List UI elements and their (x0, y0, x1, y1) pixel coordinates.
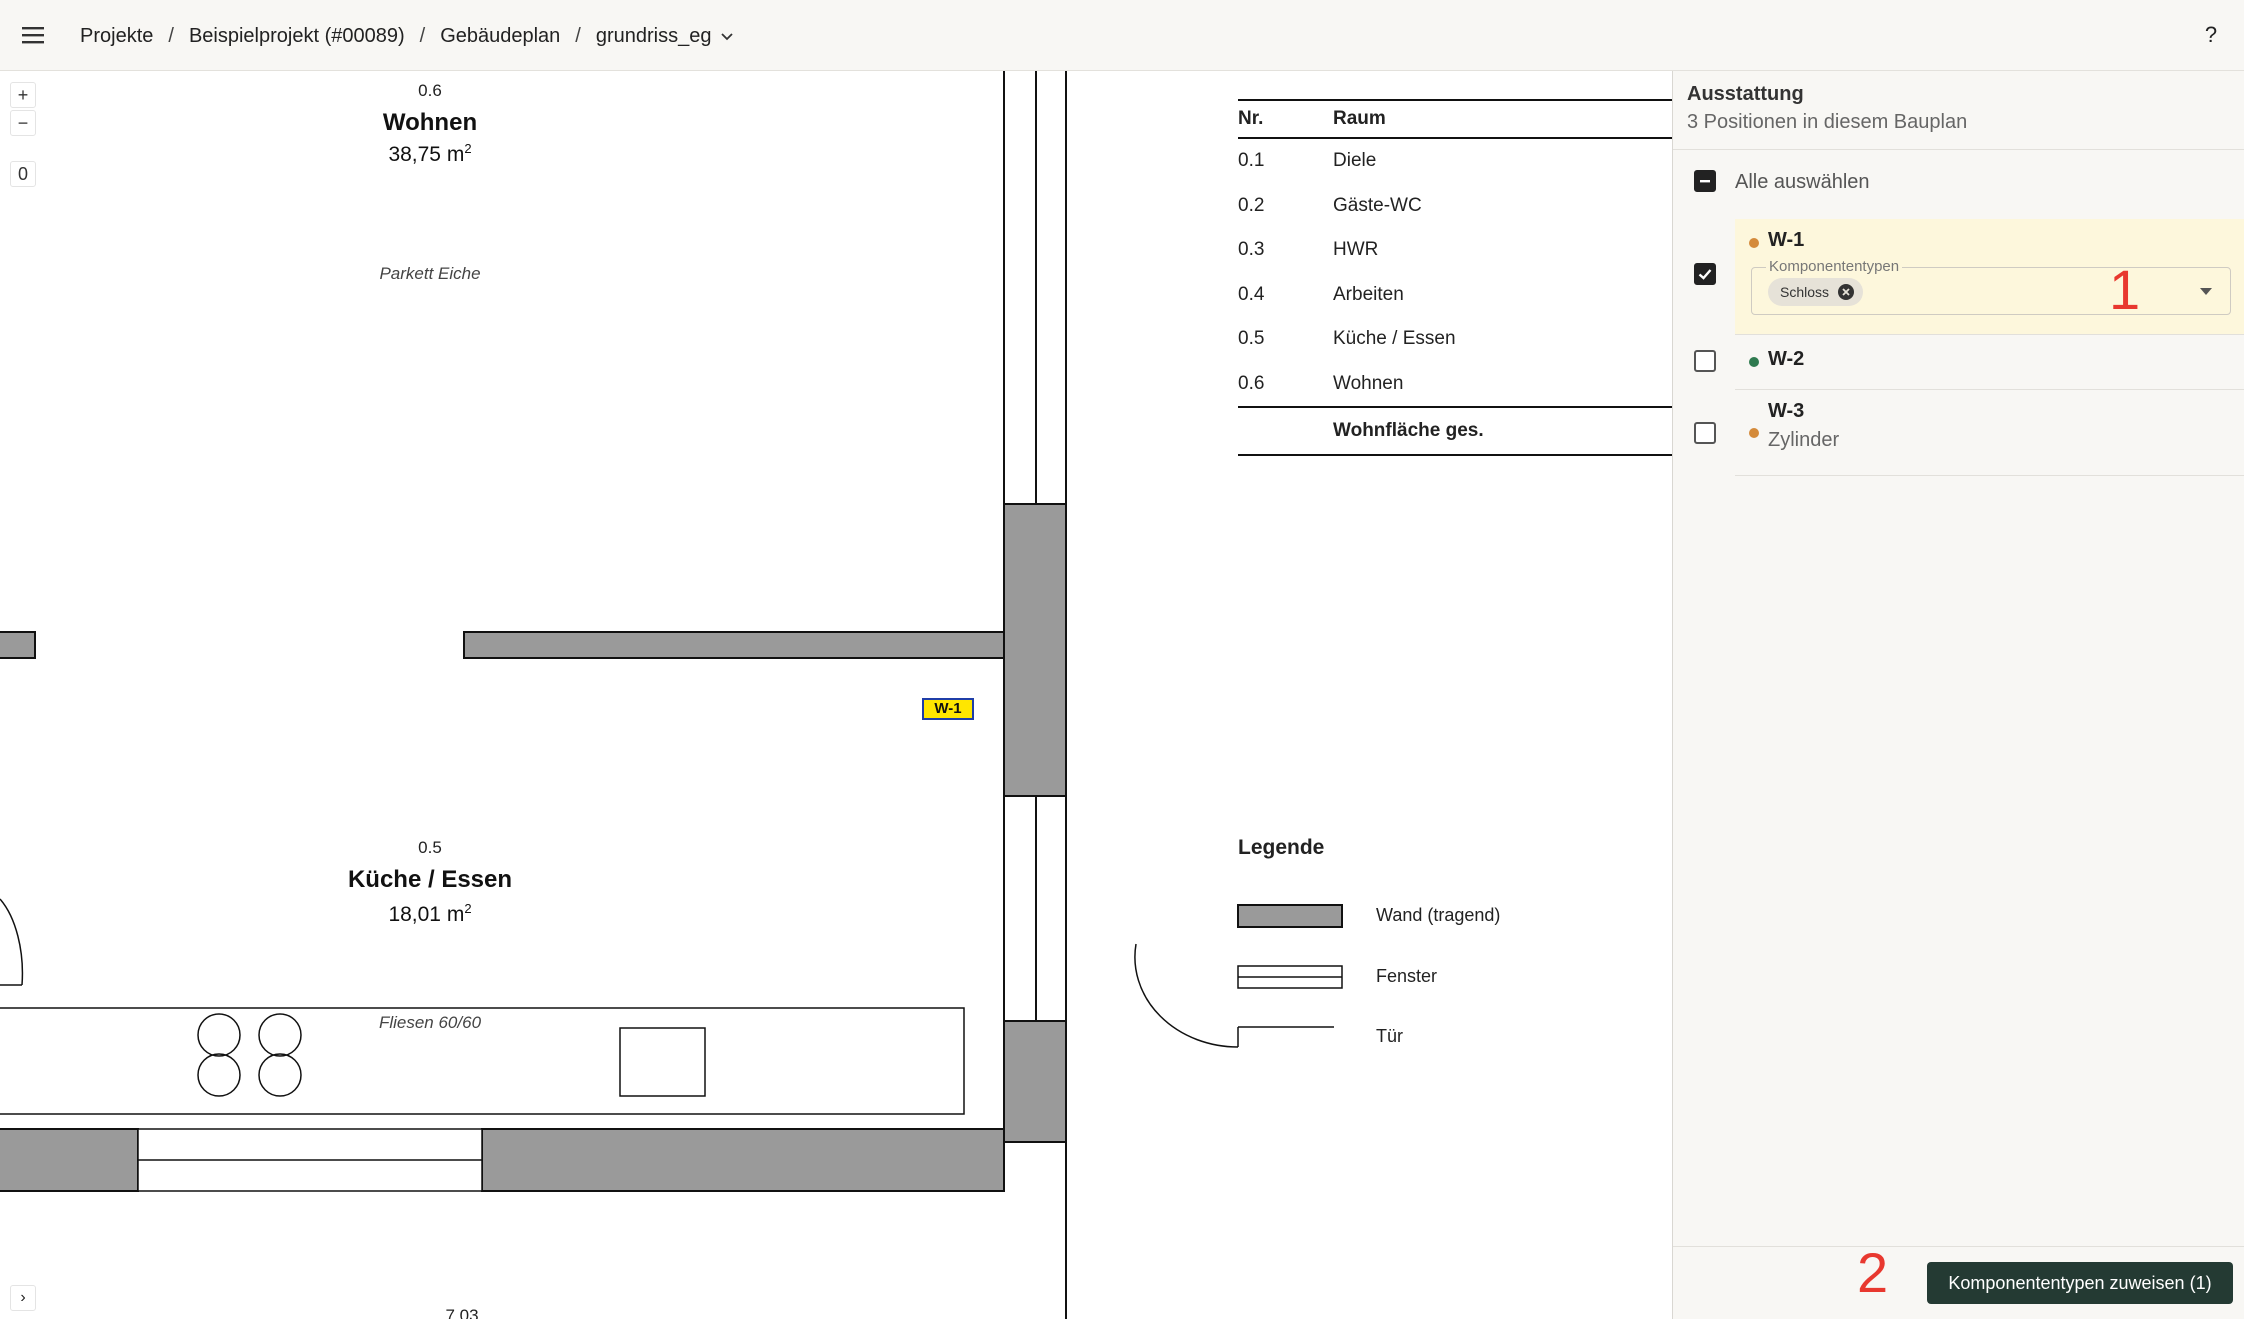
hob-burner (197, 1013, 241, 1057)
cell-raum: HWR (1333, 239, 1379, 261)
zoom-reset-button[interactable]: 0 (10, 161, 36, 187)
column-header-raum: Raum (1333, 108, 1386, 129)
marker-w1[interactable]: W-1 (922, 698, 974, 720)
list-item-w2[interactable]: W-2 (1735, 335, 2244, 390)
bearing-wall (0, 631, 36, 659)
zoom-out-button[interactable]: − (10, 110, 36, 136)
bearing-wall (0, 1128, 139, 1192)
table-total-row: Wohnfläche ges. (1238, 406, 1672, 456)
column-header-nr: Nr. (1238, 108, 1264, 129)
item-checkbox-w3[interactable] (1694, 422, 1716, 444)
bearing-wall (463, 631, 1005, 659)
legend-wall-symbol (1237, 904, 1343, 928)
room-area: 18,01 m2 (388, 901, 472, 926)
table-row: 0.2 Gäste-WC (1238, 184, 1672, 229)
floor-plan-viewer[interactable]: + − 0 0.6 Wohnen 38,75 m2 Parkett Eiche … (0, 71, 1672, 1319)
expand-button[interactable]: › (10, 1285, 36, 1311)
cell-raum: Gäste-WC (1333, 194, 1422, 216)
breadcrumb-projects[interactable]: Projekte (80, 25, 153, 48)
cell-nr: 0.2 (1238, 194, 1265, 216)
breadcrumb-building-plan[interactable]: Gebäudeplan (440, 25, 560, 48)
panel-subtitle: 3 Positionen in diesem Bauplan (1687, 111, 1968, 133)
table-row: 0.1 Diele (1238, 139, 1672, 184)
room-area: 38,75 m2 (388, 141, 472, 166)
equipment-panel: Ausstattung 3 Positionen in diesem Baupl… (1672, 71, 2244, 1319)
table-row: 0.6 Wohnen (1238, 362, 1672, 407)
table-row: 0.5 Küche / Essen (1238, 317, 1672, 362)
hob-burner (258, 1013, 302, 1057)
legend-title: Legende (1238, 836, 1325, 859)
bearing-wall (1003, 1020, 1067, 1143)
breadcrumb-separator: / (575, 24, 581, 47)
cell-nr: 0.3 (1238, 239, 1265, 261)
room-name: Wohnen (382, 109, 478, 136)
chip-label: Schloss (1780, 284, 1830, 300)
panel-title: Ausstattung (1687, 83, 1804, 105)
item-subtitle: Zylinder (1768, 429, 1840, 451)
table-row: 0.3 HWR (1238, 228, 1672, 273)
floor-material: Fliesen 60/60 (378, 1013, 482, 1032)
item-label: W-3 (1768, 400, 1805, 422)
select-all-label[interactable]: Alle auswählen (1735, 171, 1870, 194)
breadcrumb: Projekte / Beispielprojekt (#00089) / Ge… (80, 19, 735, 53)
sink (619, 1027, 706, 1097)
item-label: W-2 (1768, 348, 1805, 370)
component-types-select[interactable]: Komponententypen Schloss (1751, 258, 2231, 315)
cell-raum: Diele (1333, 150, 1377, 172)
item-checkbox-w1[interactable] (1694, 263, 1716, 285)
list-item-w1[interactable]: W-1 Komponententypen Schloss (1735, 219, 2244, 335)
annotation-1: 1 (2109, 258, 2141, 321)
help-button[interactable]: ? (2196, 18, 2226, 52)
hob-burner (197, 1053, 241, 1097)
item-label: W-1 (1768, 229, 1805, 251)
room-number: 0.5 (418, 838, 442, 857)
select-all-checkbox[interactable] (1694, 170, 1716, 192)
breadcrumb-project[interactable]: Beispielprojekt (#00089) (189, 25, 405, 48)
chip-schloss: Schloss (1768, 278, 1864, 306)
room-table: Nr. Raum 0.1 Diele 0.2 Gäste-WC 0.3 HWR 0.4… (1238, 99, 1672, 456)
close-icon[interactable] (1837, 283, 1855, 301)
status-dot (1749, 357, 1759, 367)
zoom-in-button[interactable]: + (10, 82, 36, 108)
cell-nr: 0.5 (1238, 328, 1265, 350)
menu-icon[interactable] (18, 20, 48, 50)
hob-burner (258, 1053, 302, 1097)
field-label: Komponententypen (1766, 258, 1903, 275)
panel-footer: 2 Komponententypen zuweisen (1) (1673, 1241, 2244, 1319)
legend-label-wall: Wand (tragend) (1376, 905, 1501, 925)
breadcrumb-separator: / (419, 24, 426, 47)
room-table-header: Nr. Raum (1238, 99, 1672, 139)
chevron-down-icon[interactable] (719, 28, 735, 44)
total-label: Wohnfläche ges. (1333, 420, 1484, 441)
top-bar: Projekte / Beispielprojekt (#00089) / Ge… (0, 0, 2244, 71)
cell-raum: Küche / Essen (1333, 328, 1456, 350)
breadcrumb-separator: / (168, 24, 174, 47)
caret-down-icon[interactable] (2200, 288, 2212, 296)
legend-door-symbol (1134, 943, 1239, 1048)
cell-nr: 0.4 (1238, 283, 1265, 305)
room-name: Küche / Essen (347, 866, 513, 893)
door-arc (0, 898, 24, 986)
floor-material: Parkett Eiche (379, 264, 481, 283)
list-item-w3[interactable]: W-3 Zylinder (1735, 390, 2244, 476)
legend-label-door: Tür (1376, 1026, 1403, 1046)
cell-raum: Arbeiten (1333, 283, 1404, 305)
legend-label-window: Fenster (1376, 966, 1438, 986)
assign-component-types-button[interactable]: Komponententypen zuweisen (1) (1927, 1262, 2233, 1304)
bearing-wall (1003, 503, 1067, 797)
divider (1673, 149, 2244, 150)
cell-nr: 0.1 (1238, 150, 1265, 172)
item-checkbox-w2[interactable] (1694, 350, 1716, 372)
status-dot (1749, 238, 1759, 248)
room-number: 0.6 (418, 81, 442, 100)
cell-raum: Wohnen (1333, 372, 1404, 394)
annotation-2: 2 (1857, 1241, 1889, 1304)
table-row: 0.4 Arbeiten (1238, 273, 1672, 318)
bearing-wall (481, 1128, 1005, 1192)
dimension-label: 7,03 (445, 1306, 479, 1319)
cell-nr: 0.6 (1238, 372, 1265, 394)
status-dot (1749, 428, 1759, 438)
breadcrumb-plan-file[interactable]: grundriss_eg (596, 25, 712, 48)
